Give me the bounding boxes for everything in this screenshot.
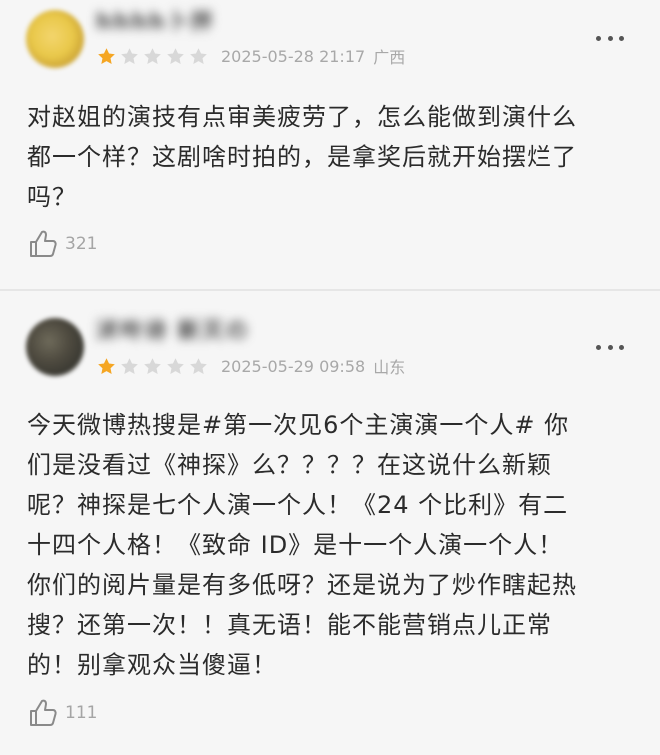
star-icon — [96, 46, 117, 67]
star-icon — [188, 46, 209, 67]
star-icon — [96, 356, 117, 377]
thumbs-up-icon[interactable] — [27, 228, 59, 260]
star-rating — [96, 356, 211, 377]
review-body-line: 吗？ — [27, 183, 77, 211]
review-meta: 2025-05-29 09:58 山东 — [96, 352, 405, 380]
review-body-line: 呢？神探是七个人演一个人！《24 个比利》有二 — [27, 491, 569, 519]
review-body-line: 的！别拿观众当傻逼！ — [27, 651, 277, 679]
avatar[interactable] — [26, 318, 84, 376]
star-icon — [165, 46, 186, 67]
review-body-line: 你们的阅片量是有多低呀？还是说为了炒作瞎起热 — [27, 571, 577, 599]
star-icon — [188, 356, 209, 377]
like-count: 111 — [65, 703, 98, 723]
review-list: hhhh卜拌 2025-05-28 21:17 广西 对赵姐的演技有点审美疲劳了… — [0, 0, 660, 755]
review-body-line: 都一个样？这剧啥时拍的，是拿奖后就开始摆烂了 — [27, 143, 577, 171]
review-location: 广西 — [373, 48, 406, 67]
review-body-line: 对赵姐的演技有点审美疲劳了，怎么能做到演什么 — [27, 103, 577, 131]
like-button[interactable]: 111 — [27, 696, 97, 730]
review-card: hhhh卜拌 2025-05-28 21:17 广西 对赵姐的演技有点审美疲劳了… — [0, 0, 660, 290]
star-icon — [142, 356, 163, 377]
star-icon — [165, 356, 186, 377]
review-meta: 2025-05-28 21:17 广西 — [96, 42, 405, 70]
more-dots-icon[interactable] — [596, 342, 624, 352]
star-rating — [96, 46, 211, 67]
review-body: 对赵姐的演技有点审美疲劳了，怎么能做到演什么 都一个样？这剧啥时拍的，是拿奖后就… — [27, 97, 642, 217]
more-dots-icon[interactable] — [596, 33, 624, 43]
review-body-line: 们是没看过《神探》么？？？？在这说什么新颖 — [27, 451, 552, 479]
avatar[interactable] — [26, 10, 84, 68]
username[interactable]: hhhh卜拌 — [96, 10, 215, 36]
review-body-line: 今天微博热搜是#第一次见6个主演演一个人# 你 — [27, 411, 570, 439]
like-count: 321 — [65, 234, 98, 254]
review-body-line: 搜？还第一次！！真无语！能不能营销点儿正常 — [27, 611, 552, 639]
star-icon — [119, 46, 140, 67]
review-timestamp: 2025-05-28 21:17 — [221, 46, 366, 66]
review-body: 今天微博热搜是#第一次见6个主演演一个人# 你 们是没看过《神探》么？？？？在这… — [27, 405, 642, 685]
review-card: 沭呤诗 新灭の 2025-05-29 09:58 山东 今天微博热搜是#第一次见… — [0, 291, 660, 755]
thumbs-up-icon[interactable] — [27, 697, 59, 729]
star-icon — [119, 356, 140, 377]
review-body-line: 十四个人格！《致命 ID》是十一个人演一个人！ — [27, 531, 564, 559]
review-location: 山东 — [373, 358, 406, 377]
review-timestamp: 2025-05-29 09:58 — [221, 356, 366, 376]
like-button[interactable]: 321 — [27, 227, 97, 261]
star-icon — [142, 46, 163, 67]
username[interactable]: 沭呤诗 新灭の — [96, 319, 250, 345]
